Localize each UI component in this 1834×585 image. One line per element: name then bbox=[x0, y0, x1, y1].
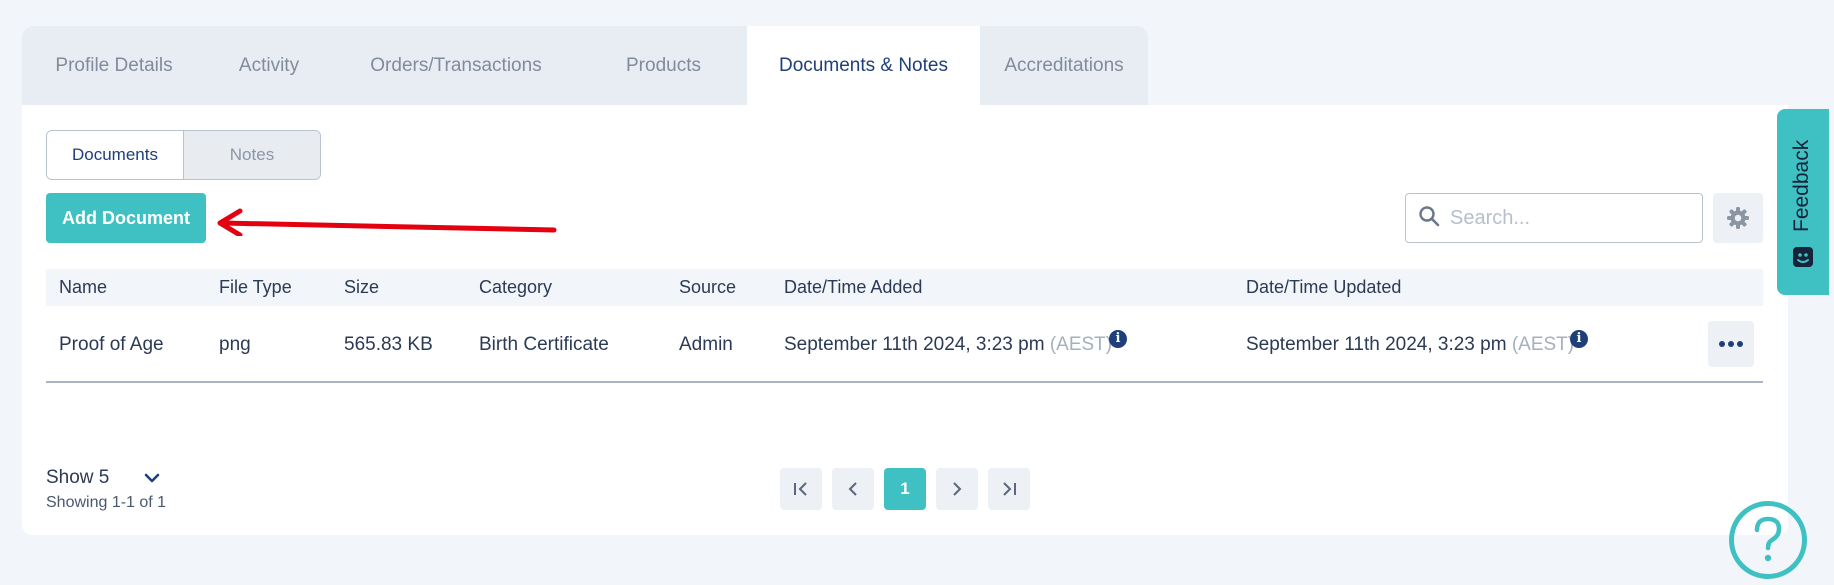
gear-icon bbox=[1727, 207, 1749, 229]
date-added-value: September 11th 2024, 3:23 pm bbox=[784, 334, 1045, 355]
column-header-name[interactable]: Name bbox=[59, 269, 107, 306]
column-header-source[interactable]: Source bbox=[679, 269, 736, 306]
tab-orders-transactions[interactable]: Orders/Transactions bbox=[332, 26, 580, 105]
column-header-category[interactable]: Category bbox=[479, 269, 552, 306]
prev-page-button[interactable] bbox=[832, 468, 874, 510]
first-page-button[interactable] bbox=[780, 468, 822, 510]
page-1-button[interactable]: 1 bbox=[884, 468, 926, 510]
profile-tabs: Profile Details Activity Orders/Transact… bbox=[22, 26, 1148, 105]
date-added-timezone: (AEST) bbox=[1049, 334, 1113, 355]
help-button[interactable] bbox=[1729, 501, 1807, 579]
next-page-icon bbox=[953, 482, 962, 496]
tab-profile-details[interactable]: Profile Details bbox=[22, 26, 206, 105]
tab-accreditations[interactable]: Accreditations bbox=[980, 26, 1148, 105]
search-icon bbox=[1418, 205, 1440, 232]
date-updated-timezone: (AEST) bbox=[1511, 334, 1575, 355]
search-box bbox=[1405, 193, 1703, 243]
cell-date-updated: September 11th 2024, 3:23 pm (AEST) bbox=[1246, 306, 1574, 383]
table-row[interactable]: Proof of Age png 565.83 KB Birth Certifi… bbox=[46, 306, 1763, 383]
tab-activity[interactable]: Activity bbox=[206, 26, 332, 105]
cell-name: Proof of Age bbox=[59, 334, 164, 355]
column-header-file-type[interactable]: File Type bbox=[219, 269, 292, 306]
cell-size: 565.83 KB bbox=[344, 334, 433, 355]
column-header-size[interactable]: Size bbox=[344, 269, 379, 306]
tab-documents-notes[interactable]: Documents & Notes bbox=[747, 26, 980, 105]
page-size-select[interactable]: Show 5 bbox=[46, 467, 160, 489]
search-input[interactable] bbox=[1450, 206, 1690, 230]
next-page-button[interactable] bbox=[936, 468, 978, 510]
row-actions-button[interactable] bbox=[1708, 321, 1754, 367]
info-icon[interactable]: i bbox=[1570, 330, 1588, 348]
cell-date-added: September 11th 2024, 3:23 pm (AEST) bbox=[784, 306, 1112, 383]
cell-category: Birth Certificate bbox=[479, 334, 609, 355]
help-icon bbox=[1754, 516, 1782, 562]
feedback-tab[interactable]: Feedback bbox=[1777, 109, 1829, 295]
last-page-button[interactable] bbox=[988, 468, 1030, 510]
table-header: Name File Type Size Category Source Date… bbox=[46, 269, 1763, 306]
info-icon[interactable]: i bbox=[1109, 330, 1127, 348]
first-page-icon bbox=[794, 482, 807, 496]
tab-products[interactable]: Products bbox=[580, 26, 747, 105]
feedback-label: Feedback bbox=[1790, 139, 1813, 232]
cell-file-type: png bbox=[219, 334, 251, 355]
table-settings-button[interactable] bbox=[1713, 193, 1763, 243]
last-page-icon bbox=[1003, 482, 1016, 496]
cell-source: Admin bbox=[679, 334, 733, 355]
documents-notes-toggle: Documents Notes bbox=[46, 130, 321, 180]
column-header-date-added[interactable]: Date/Time Added bbox=[784, 269, 922, 306]
date-updated-value: September 11th 2024, 3:23 pm bbox=[1246, 334, 1507, 355]
feedback-icon bbox=[1793, 247, 1813, 267]
documents-toggle-button[interactable]: Documents bbox=[47, 131, 184, 179]
add-document-button[interactable]: Add Document bbox=[46, 193, 206, 243]
prev-page-icon bbox=[848, 482, 857, 496]
more-icon bbox=[1719, 341, 1743, 347]
showing-count: Showing 1-1 of 1 bbox=[46, 494, 167, 511]
chevron-down-icon bbox=[145, 473, 160, 483]
notes-toggle-button[interactable]: Notes bbox=[184, 131, 320, 179]
column-header-date-updated[interactable]: Date/Time Updated bbox=[1246, 269, 1401, 306]
page-size-label: Show 5 bbox=[46, 467, 110, 488]
arrow-annotation bbox=[217, 208, 557, 236]
